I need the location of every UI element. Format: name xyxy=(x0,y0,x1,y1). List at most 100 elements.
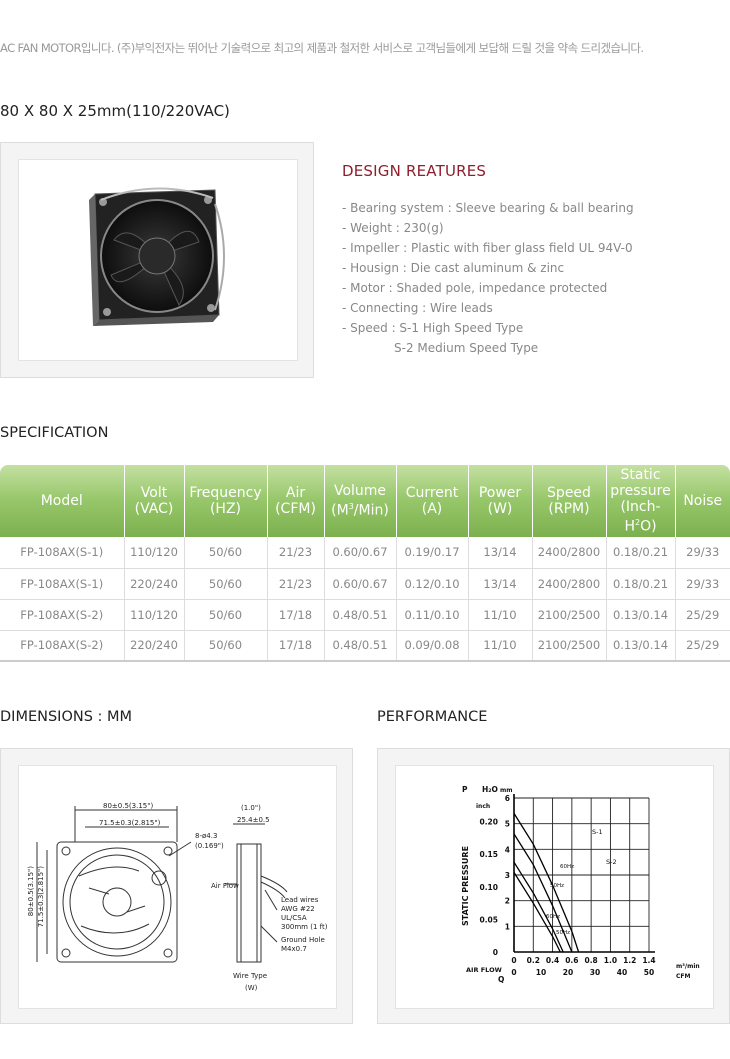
dimensions-drawing: 80±0.5(3.15") 71.5±0.3(2.815") 8-ø4.3 (0… xyxy=(18,765,337,1009)
y-tick-inch-label: 0.10 xyxy=(479,883,498,892)
spec-header-cell: Current (A) xyxy=(395,465,468,537)
spec-cell: FP-108AX(S-1) xyxy=(0,537,124,569)
axis-label-mm: mm xyxy=(500,787,513,794)
y-tick-inch-label: 0 xyxy=(493,948,498,957)
dimensions-frame: 80±0.5(3.15") 71.5±0.3(2.815") 8-ø4.3 (0… xyxy=(0,748,353,1024)
features-title: DESIGN REATURES xyxy=(342,162,487,180)
spec-cell: 21/23 xyxy=(266,568,324,600)
spec-header-cell: Volume (M3/Min) xyxy=(323,465,396,537)
fan-image xyxy=(89,187,225,326)
spec-table: Model Volt (VAC) Frequency (HZ) Air (CFM) Volum… xyxy=(0,465,730,662)
y-tick-inch-label: 0.15 xyxy=(479,850,498,859)
spec-cell: FP-108AX(S-2) xyxy=(0,599,124,631)
feature-item: - Impeller : Plastic with fiber glass fi… xyxy=(342,241,633,255)
svg-text:71.5±0.3(2.815"): 71.5±0.3(2.815") xyxy=(99,819,161,827)
spec-header-cell: Frequency (HZ) xyxy=(183,465,267,537)
spec-cell: 21/23 xyxy=(266,537,324,569)
spec-cell: 220/240 xyxy=(123,630,184,662)
spec-cell: 0.09/0.08 xyxy=(395,630,468,662)
axis-label-p: P xyxy=(462,785,468,794)
svg-text:(W): (W) xyxy=(245,984,258,992)
y-tick-mm-label: 3 xyxy=(505,871,510,880)
spec-cell: 2400/2800 xyxy=(531,568,606,600)
product-photo-frame xyxy=(0,142,314,378)
spec-cell: 11/10 xyxy=(467,599,532,631)
spec-cell: 50/60 xyxy=(183,537,267,569)
y-tick-mm-label: 1 xyxy=(505,922,510,931)
svg-text:71.5±0.3(2.815"): 71.5±0.3(2.815") xyxy=(37,866,45,928)
svg-text:UL/CSA: UL/CSA xyxy=(281,914,307,922)
product-photo xyxy=(18,159,298,361)
spec-cell: 0.12/0.10 xyxy=(395,568,468,600)
spec-cell: FP-108AX(S-1) xyxy=(0,568,124,600)
spec-header-cell: Air (CFM) xyxy=(266,465,324,537)
spec-cell: 50/60 xyxy=(183,599,267,631)
model-title: 80 X 80 X 25mm(110/220VAC) xyxy=(0,102,230,120)
x-tick-m3-label: 0.4 xyxy=(546,956,559,965)
spec-cell: 50/60 xyxy=(183,568,267,600)
spec-cell: 17/18 xyxy=(266,630,324,662)
spec-cell: FP-108AX(S-2) xyxy=(0,630,124,662)
spec-cell: 0.13/0.14 xyxy=(605,630,675,662)
curve-label-freq: 50Hz xyxy=(556,930,570,936)
spec-header-row: Model Volt (VAC) Frequency (HZ) Air (CFM) Volum… xyxy=(0,465,730,537)
spec-header-cell: Model xyxy=(0,465,124,537)
features-list: - Bearing system : Sleeve bearing & ball… xyxy=(342,198,634,358)
spec-cell: 17/18 xyxy=(266,599,324,631)
feature-item: S-2 Medium Speed Type xyxy=(394,341,539,355)
performance-title: PERFORMANCE xyxy=(377,709,488,725)
x-tick-m3-label: 0.2 xyxy=(527,956,540,965)
svg-text:(1.0"): (1.0") xyxy=(241,804,261,812)
spec-title: SPECIFICATION xyxy=(0,425,109,441)
curve-label-freq: 60Hz xyxy=(546,914,560,920)
y-tick-inch-label: 0.20 xyxy=(479,818,498,827)
y-axis-title: STATIC PRESSURE xyxy=(461,846,470,926)
spec-cell: 13/14 xyxy=(467,568,532,600)
y-tick-mm-label: 2 xyxy=(505,897,510,906)
svg-text:300mm (1 ft): 300mm (1 ft) xyxy=(281,923,328,931)
spec-cell: 25/29 xyxy=(674,599,730,631)
y-tick-mm-label: 4 xyxy=(505,845,510,854)
spec-row: FP-108AX(S-2) 110/120 50/60 17/18 0.48/0.51 0… xyxy=(0,599,730,631)
spec-cell: 0.13/0.14 xyxy=(605,599,675,631)
spec-cell: 0.48/0.51 xyxy=(323,630,396,662)
x-unit-m3: m³/min xyxy=(676,963,700,970)
axis-label-h2o: H₂O xyxy=(482,785,498,794)
spec-cell: 110/120 xyxy=(123,599,184,631)
spec-cell: 29/33 xyxy=(674,568,730,600)
svg-text:M4x0.7: M4x0.7 xyxy=(281,945,307,953)
spec-cell: 11/10 xyxy=(467,630,532,662)
svg-text:Air Flow: Air Flow xyxy=(211,882,239,890)
performance-svg: 6 5 4 3 2 1 0.20 0.15 0.10 0.05 0 0 0.2 0.4 0.6 0.8 1.0 1… xyxy=(461,785,700,984)
dimensions-title: DIMENSIONS : MM xyxy=(0,709,133,725)
spec-header-cell: Power (W) xyxy=(467,465,532,537)
spec-cell: 2400/2800 xyxy=(531,537,606,569)
spec-cell: 0.48/0.51 xyxy=(323,599,396,631)
svg-text:80±0.5(3.15"): 80±0.5(3.15") xyxy=(103,802,153,810)
spec-cell: 0.60/0.67 xyxy=(323,537,396,569)
spec-cell: 13/14 xyxy=(467,537,532,569)
svg-text:Lead wires: Lead wires xyxy=(281,896,319,904)
spec-cell: 0.18/0.21 xyxy=(605,568,675,600)
spec-cell: 25/29 xyxy=(674,630,730,662)
spec-cell: 50/60 xyxy=(183,630,267,662)
curve-label-s1: S-1 xyxy=(592,828,603,836)
y-tick-mm-label: 5 xyxy=(505,820,510,829)
curve-label-freq: 60Hz xyxy=(560,864,574,870)
feature-item: - Weight : 230(g) xyxy=(342,221,444,235)
feature-item: - Motor : Shaded pole, impedance protect… xyxy=(342,281,608,295)
design-features: DESIGN REATURES - Bearing system : Sleev… xyxy=(342,162,634,358)
y-tick-inch-label: 0.05 xyxy=(479,915,498,924)
spec-cell: 0.18/0.21 xyxy=(605,537,675,569)
feature-item: - Connecting : Wire leads xyxy=(342,301,493,315)
axis-label-q: Q xyxy=(498,975,504,984)
spec-row: FP-108AX(S-1) 110/120 50/60 21/23 0.60/0.67 0… xyxy=(0,537,730,569)
x-tick-m3-label: 0.8 xyxy=(584,956,597,965)
axis-label-inch: inch xyxy=(476,803,490,810)
intro-text: AC FAN MOTOR입니다. (주)부익전자는 뛰어난 기술력으로 최고의 … xyxy=(0,41,644,55)
spec-cell: 0.11/0.10 xyxy=(395,599,468,631)
x-tick-m3-label: 1.0 xyxy=(604,956,617,965)
spec-cell: 29/33 xyxy=(674,537,730,569)
x-tick-m3-label: 1.4 xyxy=(642,956,655,965)
y-tick-mm-label: 6 xyxy=(505,794,510,803)
